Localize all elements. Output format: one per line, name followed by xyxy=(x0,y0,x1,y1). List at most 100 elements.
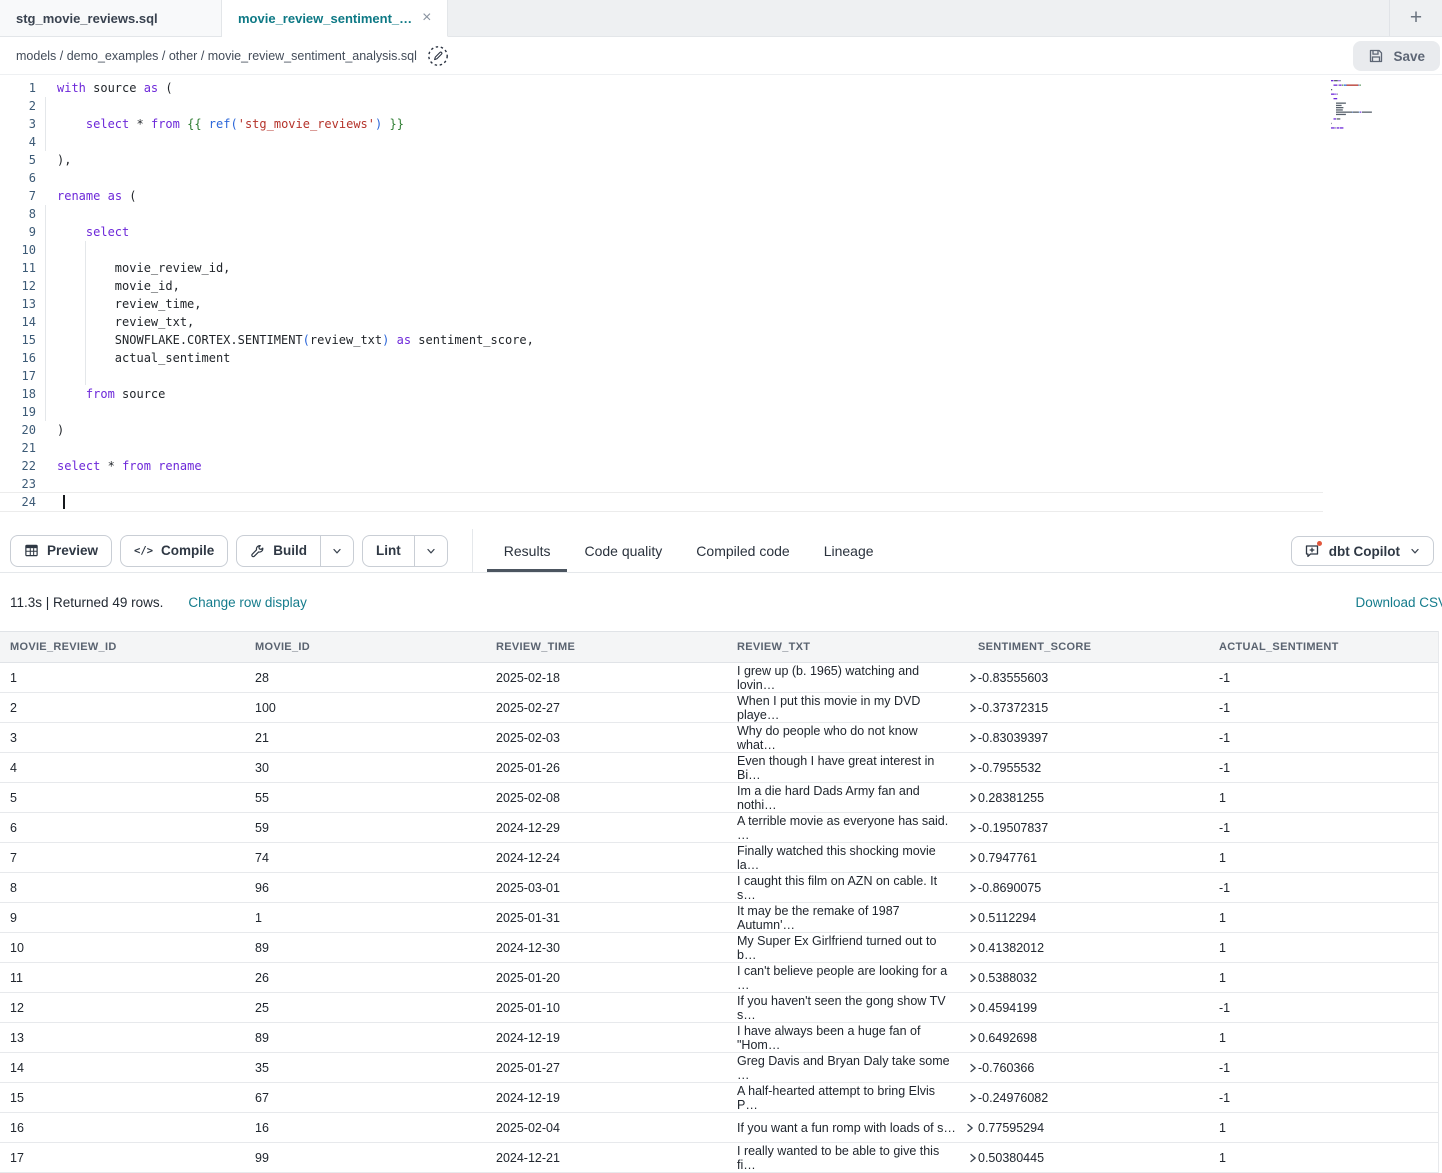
tab-lineage[interactable]: Lineage xyxy=(807,529,891,572)
expand-cell-chevron-right-icon[interactable] xyxy=(968,1062,978,1074)
cell-review-txt: I can't believe people are looking for a… xyxy=(737,964,978,992)
line-number: 23 xyxy=(0,475,36,493)
new-tab-button[interactable]: + xyxy=(1389,0,1442,36)
column-header: REVIEW_TXT xyxy=(737,641,978,653)
tab-compiled-code[interactable]: Compiled code xyxy=(679,529,806,572)
cell-movie-review-id: 13 xyxy=(10,1031,255,1045)
line-number: 4 xyxy=(0,133,36,151)
preview-button[interactable]: Preview xyxy=(10,535,112,567)
expand-cell-chevron-right-icon[interactable] xyxy=(968,702,978,714)
expand-cell-chevron-right-icon[interactable] xyxy=(968,852,978,864)
table-row: 912025-01-31It may be the remake of 1987… xyxy=(0,903,1438,933)
cell-actual-sentiment: 1 xyxy=(1219,941,1438,955)
code-editor[interactable]: 1with source as (23 select * from {{ ref… xyxy=(0,75,1442,529)
code-line[interactable]: 5), xyxy=(0,151,1442,169)
cell-sentiment-score: 0.50380445 xyxy=(978,1151,1219,1165)
save-button[interactable]: Save xyxy=(1353,41,1440,71)
expand-cell-chevron-right-icon[interactable] xyxy=(968,822,978,834)
expand-cell-chevron-right-icon[interactable] xyxy=(968,912,978,924)
build-dropdown-button[interactable] xyxy=(320,536,353,566)
cell-review-txt: Greg Davis and Bryan Daly take some … xyxy=(737,1054,978,1082)
line-number: 21 xyxy=(0,439,36,457)
tab-stg-movie-reviews[interactable]: stg_movie_reviews.sql xyxy=(0,0,222,36)
review-text: Even though I have great interest in Bi… xyxy=(737,754,959,782)
compile-button[interactable]: </> Compile xyxy=(120,535,228,567)
cell-review-time: 2025-01-26 xyxy=(496,761,737,775)
expand-cell-chevron-right-icon[interactable] xyxy=(968,942,978,954)
review-text: When I put this movie in my DVD playe… xyxy=(737,694,959,722)
chevron-down-icon xyxy=(425,545,437,557)
expand-cell-chevron-right-icon[interactable] xyxy=(968,1092,978,1104)
code-line[interactable]: 18 from source xyxy=(0,385,1442,403)
table-row: 8962025-03-01I caught this film on AZN o… xyxy=(0,873,1438,903)
close-tab-icon[interactable]: × xyxy=(412,10,431,26)
tab-results[interactable]: Results xyxy=(487,529,568,572)
code-line[interactable]: 14 review_txt, xyxy=(0,313,1442,331)
cell-review-time: 2025-02-04 xyxy=(496,1121,737,1135)
expand-cell-chevron-right-icon[interactable] xyxy=(968,792,978,804)
cell-movie-review-id: 3 xyxy=(10,731,255,745)
table-row: 17992024-12-21I really wanted to be able… xyxy=(0,1143,1438,1173)
code-line[interactable]: 11 movie_review_id, xyxy=(0,259,1442,277)
code-line[interactable]: 1with source as ( xyxy=(0,79,1442,97)
code-line[interactable]: 3 select * from {{ ref('stg_movie_review… xyxy=(0,115,1442,133)
code-line[interactable]: 16 actual_sentiment xyxy=(0,349,1442,367)
code-line[interactable]: 15 SNOWFLAKE.CORTEX.SENTIMENT(review_txt… xyxy=(0,331,1442,349)
cell-actual-sentiment: -1 xyxy=(1219,731,1438,745)
copilot-notification-dot xyxy=(1317,541,1322,546)
build-button[interactable]: Build xyxy=(237,536,320,566)
expand-cell-chevron-right-icon[interactable] xyxy=(968,1002,978,1014)
cell-review-txt: Even though I have great interest in Bi… xyxy=(737,754,978,782)
line-number: 3 xyxy=(0,115,36,133)
cell-actual-sentiment: -1 xyxy=(1219,671,1438,685)
cell-sentiment-score: -0.760366 xyxy=(978,1061,1219,1075)
tab-code-quality[interactable]: Code quality xyxy=(567,529,679,572)
tab-movie-review-sentiment-analysis[interactable]: movie_review_sentiment_… × xyxy=(222,0,448,37)
dashed-circle-pencil-icon[interactable] xyxy=(427,45,449,67)
download-csv-link[interactable]: Download CSV xyxy=(1355,595,1442,610)
line-number: 7 xyxy=(0,187,36,205)
code-line[interactable]: 22select * from rename xyxy=(0,457,1442,475)
cell-movie-review-id: 6 xyxy=(10,821,255,835)
code-line[interactable]: 17 xyxy=(0,367,1442,385)
cell-movie-review-id: 15 xyxy=(10,1091,255,1105)
code-line[interactable]: 20) xyxy=(0,421,1442,439)
expand-cell-chevron-right-icon[interactable] xyxy=(968,972,978,984)
expand-cell-chevron-right-icon[interactable] xyxy=(968,732,978,744)
expand-cell-chevron-right-icon[interactable] xyxy=(968,672,978,684)
cell-sentiment-score: 0.28381255 xyxy=(978,791,1219,805)
floppy-disk-icon xyxy=(1368,48,1384,64)
cell-movie-id: 30 xyxy=(255,761,496,775)
dbt-copilot-button[interactable]: dbt Copilot xyxy=(1291,536,1434,566)
cell-movie-review-id: 10 xyxy=(10,941,255,955)
code-line[interactable]: 4 xyxy=(0,133,1442,151)
code-line[interactable]: 24 xyxy=(0,493,1323,511)
editor-minimap[interactable] xyxy=(1330,80,1402,136)
code-line[interactable]: 10 xyxy=(0,241,1442,259)
review-text: Im a die hard Dads Army fan and nothi… xyxy=(737,784,959,812)
cell-review-time: 2024-12-30 xyxy=(496,941,737,955)
expand-cell-chevron-right-icon[interactable] xyxy=(968,882,978,894)
change-row-display-link[interactable]: Change row display xyxy=(188,595,307,610)
cell-movie-id: 96 xyxy=(255,881,496,895)
code-line[interactable]: 12 movie_id, xyxy=(0,277,1442,295)
code-line[interactable]: 23 xyxy=(0,475,1442,493)
code-line[interactable]: 9 select xyxy=(0,223,1442,241)
expand-cell-chevron-right-icon[interactable] xyxy=(968,1032,978,1044)
code-line[interactable]: 2 xyxy=(0,97,1442,115)
cell-review-txt: I have always been a huge fan of "Hom… xyxy=(737,1024,978,1052)
lint-button[interactable]: Lint xyxy=(363,536,414,566)
table-row: 1282025-02-18I grew up (b. 1965) watchin… xyxy=(0,663,1438,693)
lint-dropdown-button[interactable] xyxy=(414,536,447,566)
expand-cell-chevron-right-icon[interactable] xyxy=(968,762,978,774)
code-line[interactable]: 19 xyxy=(0,403,1442,421)
expand-cell-chevron-right-icon[interactable] xyxy=(968,1152,978,1164)
code-line[interactable]: 6 xyxy=(0,169,1442,187)
line-number: 8 xyxy=(0,205,36,223)
code-line[interactable]: 8 xyxy=(0,205,1442,223)
code-line[interactable]: 13 review_time, xyxy=(0,295,1442,313)
cell-actual-sentiment: 1 xyxy=(1219,971,1438,985)
code-line[interactable]: 7rename as ( xyxy=(0,187,1442,205)
code-line[interactable]: 21 xyxy=(0,439,1442,457)
expand-cell-chevron-right-icon[interactable] xyxy=(965,1122,975,1134)
